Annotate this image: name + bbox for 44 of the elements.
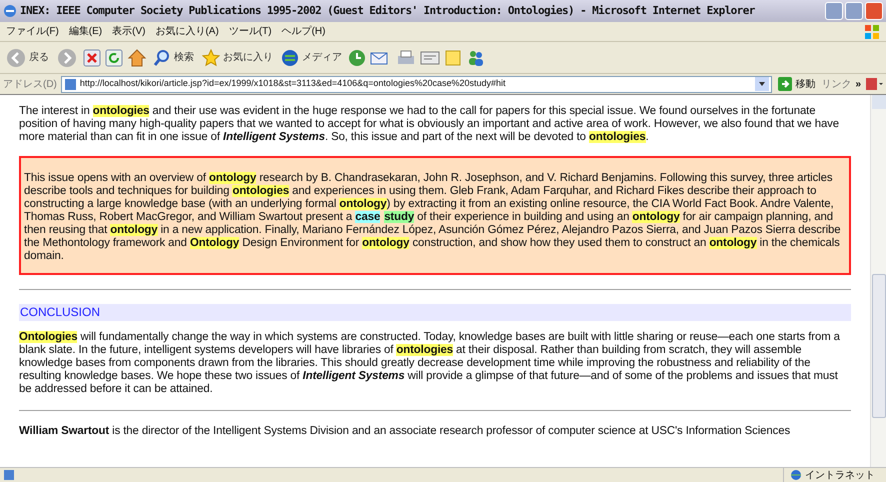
globe-icon [281, 48, 299, 66]
arrow-icon [778, 77, 792, 91]
go-button[interactable]: 移動 [776, 72, 818, 96]
menu-item[interactable]: 編集(E) [68, 24, 102, 39]
back-button[interactable]: 戻る [4, 46, 51, 70]
zone-label: イントラネット [805, 468, 875, 482]
refresh-icon[interactable] [105, 48, 123, 66]
page-icon [3, 469, 15, 481]
search-button[interactable]: 検索 [151, 46, 196, 70]
globe-icon [790, 469, 802, 481]
close-button[interactable] [865, 2, 883, 20]
favorites-button[interactable]: お気に入り [200, 46, 275, 70]
page-icon [64, 78, 77, 90]
minimize-button[interactable] [825, 2, 843, 20]
edit-icon[interactable] [420, 48, 440, 66]
window-title: INEX: IEEE Computer Society Publications 1995-2002 (Guest Editors' Introduction: Ontologies) - Microsoft Internet Explorer [20, 2, 755, 19]
paragraph: William Swartout is the director of the Intelligent Systems Division and an associate research professor of computer science at USC's Information Sciences [19, 425, 792, 438]
home-icon[interactable] [127, 48, 147, 68]
menu-item[interactable]: 表示(V) [112, 24, 146, 39]
note-icon[interactable] [444, 48, 462, 66]
address-label: アドレス(D) [3, 78, 57, 92]
maximize-button[interactable] [845, 2, 863, 20]
menu-item[interactable]: ツール(T) [228, 24, 272, 39]
star-icon [202, 48, 220, 66]
people-icon[interactable] [466, 48, 486, 66]
windows-logo-icon [864, 24, 880, 40]
section-heading: CONCLUSION [19, 304, 851, 321]
dropdown-icon[interactable] [755, 77, 770, 91]
menu-item[interactable]: ファイル(F) [6, 24, 59, 39]
address-field[interactable]: http://localhost/kikori/article.jsp?id=ex/1999/x1018&st=3113&ed=4106&q=ontologies%20case%20study#hit [60, 76, 772, 92]
toolbar-extension-icon[interactable] [865, 77, 883, 91]
vertical-scrollbar[interactable] [870, 95, 886, 467]
history-icon[interactable] [348, 48, 366, 66]
print-icon[interactable] [396, 48, 416, 66]
menu-item[interactable]: ヘルプ(H) [282, 24, 326, 39]
highlighted-passage: This issue opens with an overview of ontology research by B. Chandrasekaran, John R. Josephson, and V. Richard Benjamins. Following this survey, three articles describe tools and techniques for building ontologies and experiences in using them. Gleb Frank, Adam Farquhar, and Richard Fikes describe their approach to constructing a large knowledge base (with an underlying formal ontology) by extracting it from an existing online resource, the CIA World Fact Book. Andre Valente, Thomas Russ, Robert MacGregor, and William Swartout present a case study of their experience in building and using an ontology for air campaign planning, and then reusing that ontology in a new application. Finally, Mariano Fernández López, Asunción Gómez Pérez, Alejandro Pazos Sierra, and Juan Pazos Sierra describe the Methontology framework and Ontology Design Environment for ontology construction, and show how they used them to construct an ontology in the chemicals domain. [19, 156, 851, 275]
search-icon [153, 48, 171, 66]
menu-item[interactable]: お気に入り(A) [155, 24, 219, 39]
more-links-button[interactable]: » [855, 76, 861, 92]
media-button[interactable]: メディア [279, 46, 344, 70]
links-label[interactable]: リンク [821, 76, 852, 92]
browser-icon [3, 4, 17, 18]
stop-icon[interactable] [83, 48, 101, 66]
paragraph: The interest in ontologies and their use was evident in the huge response we had to the call for papers for this special issue. We found ourselves in the fortunate position of having many high-quality papers that we wanted to accept for what is obviously an important and active area of work. However, we also found that we have more material than can fit in one issue of Intelligent Systems. So, this issue and part of the next will be devoted to ontologies. [19, 105, 840, 144]
